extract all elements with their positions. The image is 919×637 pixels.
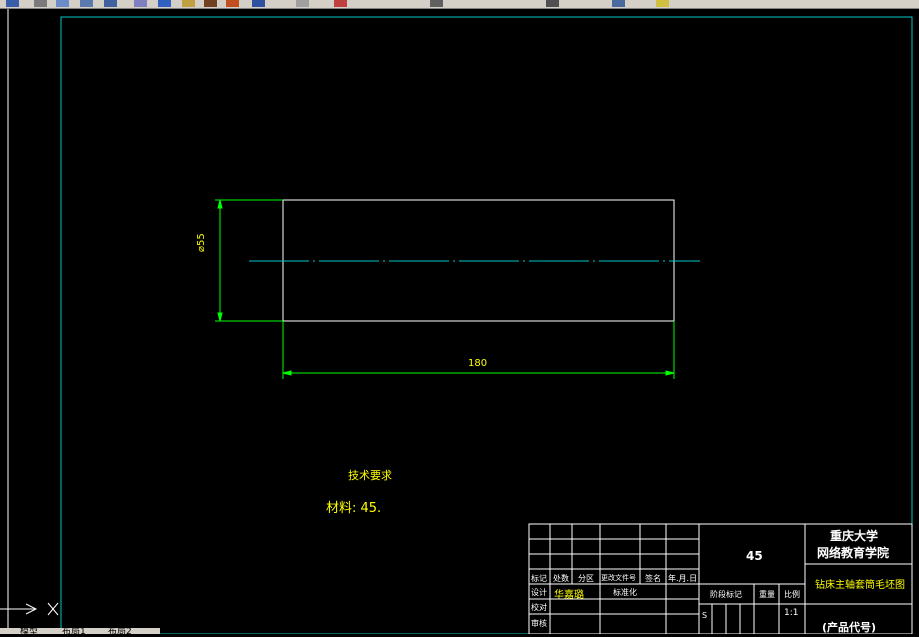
header-cell-zone: 分区 (578, 574, 594, 583)
material-code: 45 (746, 549, 763, 563)
sheet-border (60, 16, 913, 634)
header-cell-signature: 签名 (645, 574, 661, 583)
scale-label: 比例 (784, 590, 800, 599)
save-icon[interactable] (6, 0, 19, 7)
pan-icon[interactable] (158, 0, 171, 7)
school-college: 网络教育学院 (817, 546, 890, 560)
header-cell-date: 年.月.日 (668, 574, 698, 583)
design-center-icon[interactable] (296, 0, 309, 7)
zoom-realtime-icon[interactable] (182, 0, 195, 7)
lightbulb-icon[interactable] (656, 0, 669, 7)
scale-value: 1:1 (784, 608, 799, 618)
stage-mark-label: 阶段标记 (710, 590, 742, 599)
row-review-label: 审核 (531, 619, 547, 628)
standardization-label: 标准化 (613, 588, 637, 597)
zoom-window-icon[interactable] (204, 0, 217, 7)
ucs-icon (0, 602, 59, 616)
dimension-text-diameter: ⌀55 (196, 233, 207, 252)
designer-name: 华嘉璐 (554, 590, 584, 601)
material-note: 材料: 45. (326, 501, 382, 516)
drawing-svg (0, 9, 913, 634)
header-cell-change-doc: 更改文件号 (601, 574, 636, 582)
tab-layout1[interactable]: 布局1 (62, 624, 86, 637)
tab-layout2[interactable]: 布局2 (108, 624, 132, 637)
print-icon[interactable] (34, 0, 47, 7)
undo-icon[interactable] (104, 0, 117, 7)
drawing-name: 钻床主轴套筒毛坯图 (815, 580, 905, 591)
stage-value: S (702, 611, 708, 620)
drawing-canvas[interactable]: ⌀55 180 技术要求 材料: 45. 标记 处数 分区 更改文件号 签名 年… (0, 9, 919, 634)
layer-icon[interactable] (334, 0, 347, 7)
dimension-text-length: 180 (468, 358, 488, 369)
zoom-previous-icon[interactable] (226, 0, 239, 7)
product-code: (产品代号) (822, 621, 877, 634)
text-style-icon[interactable] (430, 0, 443, 7)
school-name: 重庆大学 (830, 529, 879, 543)
header-cell-count: 处数 (553, 574, 569, 583)
header-cell-mark: 标记 (531, 574, 547, 583)
tab-model[interactable]: 模型 (20, 624, 38, 637)
layer-properties-icon[interactable] (612, 0, 625, 7)
tech-requirements-title: 技术要求 (348, 469, 392, 482)
row-design-label: 设计 (531, 588, 547, 597)
table-icon[interactable] (546, 0, 559, 7)
properties-icon[interactable] (252, 0, 265, 7)
row-check-label: 校对 (531, 603, 547, 612)
horizontal-dimension[interactable] (282, 321, 675, 379)
preview-icon[interactable] (56, 0, 69, 7)
redo-icon[interactable] (134, 0, 147, 7)
weight-label: 重量 (759, 590, 775, 599)
publish-icon[interactable] (80, 0, 93, 7)
layout-tabs: 模型 布局1 布局2 (0, 627, 160, 637)
standard-toolbar (0, 0, 919, 9)
